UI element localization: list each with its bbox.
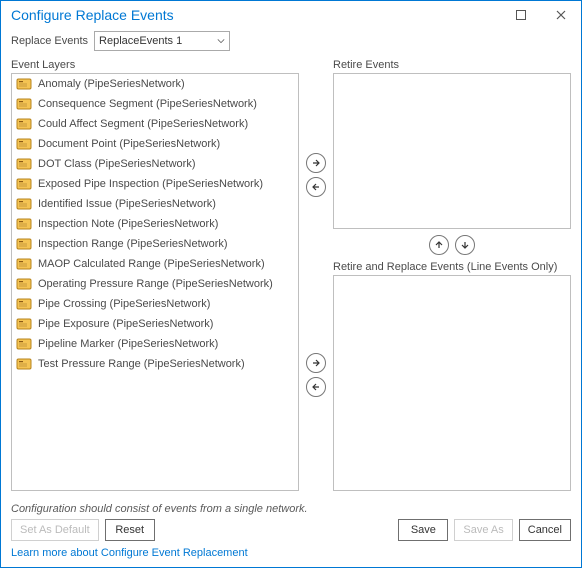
- layer-icon: [16, 176, 32, 192]
- layer-icon: [16, 296, 32, 312]
- list-item[interactable]: Operating Pressure Range (PipeSeriesNetw…: [12, 274, 298, 294]
- layer-icon: [16, 76, 32, 92]
- arrow-up-icon: [434, 240, 444, 250]
- list-item-label: Anomaly (PipeSeriesNetwork): [38, 76, 185, 92]
- configuration-hint: Configuration should consist of events f…: [1, 497, 581, 519]
- retire-events-header: Retire Events: [333, 59, 571, 71]
- list-item[interactable]: Identified Issue (PipeSeriesNetwork): [12, 194, 298, 214]
- layer-icon: [16, 236, 32, 252]
- maximize-icon: [516, 10, 526, 20]
- add-to-replace-button[interactable]: [306, 353, 326, 373]
- transfer-buttons-column: [301, 59, 331, 491]
- list-item-label: Pipe Exposure (PipeSeriesNetwork): [38, 316, 213, 332]
- layer-icon: [16, 316, 32, 332]
- list-item-label: Could Affect Segment (PipeSeriesNetwork): [38, 116, 248, 132]
- arrow-down-icon: [460, 240, 470, 250]
- layer-icon: [16, 256, 32, 272]
- list-item-label: Pipe Crossing (PipeSeriesNetwork): [38, 296, 210, 312]
- list-item[interactable]: DOT Class (PipeSeriesNetwork): [12, 154, 298, 174]
- event-layers-column: Event Layers Anomaly (PipeSeriesNetwork)…: [11, 59, 299, 491]
- replace-events-label: Replace Events: [11, 35, 88, 47]
- list-item-label: Pipeline Marker (PipeSeriesNetwork): [38, 336, 218, 352]
- layer-icon: [16, 156, 32, 172]
- list-item[interactable]: Consequence Segment (PipeSeriesNetwork): [12, 94, 298, 114]
- list-item[interactable]: Test Pressure Range (PipeSeriesNetwork): [12, 354, 298, 374]
- list-item[interactable]: Pipeline Marker (PipeSeriesNetwork): [12, 334, 298, 354]
- list-item[interactable]: Could Affect Segment (PipeSeriesNetwork): [12, 114, 298, 134]
- replace-section: Retire and Replace Events (Line Events O…: [333, 261, 571, 491]
- body: Event Layers Anomaly (PipeSeriesNetwork)…: [1, 59, 581, 497]
- list-item[interactable]: Anomaly (PipeSeriesNetwork): [12, 74, 298, 94]
- close-button[interactable]: [541, 1, 581, 29]
- chevron-down-icon: [217, 37, 225, 45]
- replace-events-row: Replace Events ReplaceEvents 1: [1, 29, 581, 59]
- layer-icon: [16, 276, 32, 292]
- arrow-right-icon: [311, 358, 321, 368]
- learn-more-link[interactable]: Learn more about Configure Event Replace…: [1, 545, 581, 567]
- list-item-label: Inspection Range (PipeSeriesNetwork): [38, 236, 228, 252]
- retire-section: Retire Events: [333, 59, 571, 229]
- event-layers-listbox[interactable]: Anomaly (PipeSeriesNetwork) Consequence S…: [11, 73, 299, 491]
- list-item-label: Operating Pressure Range (PipeSeriesNetw…: [38, 276, 273, 292]
- retire-events-listbox[interactable]: [333, 73, 571, 229]
- dropdown-selected-text: ReplaceEvents 1: [99, 35, 217, 47]
- layer-icon: [16, 136, 32, 152]
- list-item[interactable]: Document Point (PipeSeriesNetwork): [12, 134, 298, 154]
- arrow-left-icon: [311, 182, 321, 192]
- replace-events-listbox[interactable]: [333, 275, 571, 491]
- footer: Set As Default Reset Save Save As Cancel: [1, 519, 581, 545]
- replace-events-dropdown[interactable]: ReplaceEvents 1: [94, 31, 230, 51]
- list-item[interactable]: Pipe Crossing (PipeSeriesNetwork): [12, 294, 298, 314]
- list-item-label: MAOP Calculated Range (PipeSeriesNetwork…: [38, 256, 265, 272]
- reset-button[interactable]: Reset: [105, 519, 155, 541]
- remove-from-retire-button[interactable]: [306, 177, 326, 197]
- save-as-button[interactable]: Save As: [454, 519, 512, 541]
- list-item-label: Identified Issue (PipeSeriesNetwork): [38, 196, 216, 212]
- event-layers-header: Event Layers: [11, 59, 299, 71]
- layer-icon: [16, 216, 32, 232]
- list-item-label: Inspection Note (PipeSeriesNetwork): [38, 216, 218, 232]
- add-to-retire-button[interactable]: [306, 153, 326, 173]
- save-button[interactable]: Save: [398, 519, 448, 541]
- list-item[interactable]: Pipe Exposure (PipeSeriesNetwork): [12, 314, 298, 334]
- layer-icon: [16, 96, 32, 112]
- list-item-label: Consequence Segment (PipeSeriesNetwork): [38, 96, 257, 112]
- cancel-button[interactable]: Cancel: [519, 519, 571, 541]
- arrow-right-icon: [311, 158, 321, 168]
- list-item-label: Document Point (PipeSeriesNetwork): [38, 136, 220, 152]
- layer-icon: [16, 336, 32, 352]
- remove-from-replace-button[interactable]: [306, 377, 326, 397]
- move-down-button[interactable]: [455, 235, 475, 255]
- window-title: Configure Replace Events: [11, 7, 501, 23]
- layer-icon: [16, 116, 32, 132]
- right-column: Retire Events Retire and Replace Events …: [333, 59, 571, 491]
- layer-icon: [16, 196, 32, 212]
- close-icon: [556, 10, 566, 20]
- layer-icon: [16, 356, 32, 372]
- list-item-label: Test Pressure Range (PipeSeriesNetwork): [38, 356, 245, 372]
- list-item-label: Exposed Pipe Inspection (PipeSeriesNetwo…: [38, 176, 263, 192]
- list-item[interactable]: Inspection Note (PipeSeriesNetwork): [12, 214, 298, 234]
- list-item[interactable]: Exposed Pipe Inspection (PipeSeriesNetwo…: [12, 174, 298, 194]
- replace-events-header: Retire and Replace Events (Line Events O…: [333, 261, 571, 273]
- dialog-window: Configure Replace Events Replace Events …: [0, 0, 582, 568]
- arrow-left-icon: [311, 382, 321, 392]
- maximize-button[interactable]: [501, 1, 541, 29]
- titlebar: Configure Replace Events: [1, 1, 581, 29]
- list-item-label: DOT Class (PipeSeriesNetwork): [38, 156, 196, 172]
- reorder-buttons-row: [333, 229, 571, 261]
- move-up-button[interactable]: [429, 235, 449, 255]
- list-item[interactable]: Inspection Range (PipeSeriesNetwork): [12, 234, 298, 254]
- set-as-default-button[interactable]: Set As Default: [11, 519, 99, 541]
- list-item[interactable]: MAOP Calculated Range (PipeSeriesNetwork…: [12, 254, 298, 274]
